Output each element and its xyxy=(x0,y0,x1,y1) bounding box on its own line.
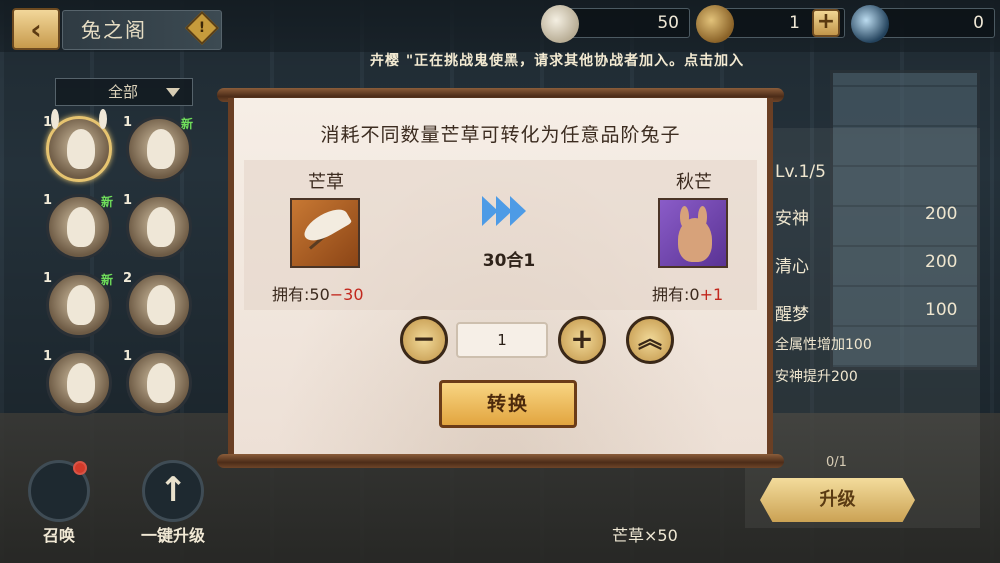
convert-button[interactable]: 转换 xyxy=(439,380,577,428)
target-item-name: 秋芒 xyxy=(676,172,712,193)
effect-text: 全属性增加100 xyxy=(775,337,872,353)
new-badge: 新 xyxy=(100,195,113,209)
target-owned-text: 拥有:0 xyxy=(652,285,700,304)
effect-text: 安神提升200 xyxy=(775,369,858,385)
notification-dot xyxy=(73,461,87,475)
moon-count: 0 xyxy=(973,13,984,33)
level-text: Lv.1/5 xyxy=(775,162,826,182)
slot-level: 1 xyxy=(43,193,53,208)
rabbit-portrait-icon xyxy=(147,129,175,169)
arrow-up-icon: ↑ xyxy=(142,460,204,522)
rabbit-ear xyxy=(51,109,59,129)
stat-value: 100 xyxy=(925,300,958,320)
back-arrow-icon: ‹ xyxy=(30,12,42,46)
stat-value: 200 xyxy=(925,204,958,224)
rabbit-portrait-icon xyxy=(147,363,175,403)
rabbit-slot[interactable]: 1 xyxy=(123,349,192,416)
silvergrass-count: 50 xyxy=(657,13,679,33)
new-badge: 新 xyxy=(100,273,113,287)
resource-moon: 0 xyxy=(851,5,995,43)
rabbit-portrait-icon xyxy=(67,363,95,403)
stat-row: 安神 200 xyxy=(775,204,957,229)
slot-level: 2 xyxy=(123,271,133,286)
summon-button[interactable]: 召唤 xyxy=(14,460,104,546)
slot-level: 1 xyxy=(43,349,53,364)
rabbit-slot[interactable]: 1 xyxy=(43,349,112,416)
slot-level: 1 xyxy=(43,271,53,286)
fox-mask-icon xyxy=(28,460,90,522)
source-owned: 拥有:50−30 xyxy=(272,281,364,305)
slot-level: 1 xyxy=(123,193,133,208)
feather-icon xyxy=(299,203,353,247)
add-bell-button[interactable]: + xyxy=(812,9,840,37)
rabbit-list-sidebar: 全部 1 1 新 1 新 1 1 新 2 1 1 xyxy=(38,70,208,460)
moon-icon xyxy=(851,5,889,43)
rabbit-ear xyxy=(99,109,107,129)
resource-silvergrass: 50 xyxy=(541,5,690,43)
stat-row: 醒梦 100 xyxy=(775,300,957,325)
silvergrass-cost: 芒草×50 xyxy=(612,526,678,545)
broadcast-ticker[interactable]: 卉樱 "正在挑战鬼使黑，请求其他协战者加入。点击加入 xyxy=(370,50,830,70)
source-owned-delta: −30 xyxy=(329,285,364,304)
filter-label: 全部 xyxy=(108,83,139,101)
conversion-arrow-icon xyxy=(482,196,538,226)
upgrade-all-button[interactable]: ↑ 一键升级 xyxy=(128,460,218,546)
upgrade-all-label: 一键升级 xyxy=(140,526,205,545)
stat-name: 安神 xyxy=(775,209,809,229)
source-owned-text: 拥有:50 xyxy=(272,285,330,304)
quantity-input[interactable]: 1 xyxy=(456,322,548,358)
stat-value: 200 xyxy=(925,252,958,272)
top-bar: ‹ 兔之阁 ! 50 1 + 0 xyxy=(0,0,1000,52)
max-button[interactable]: ︽ xyxy=(626,316,674,364)
silvergrass-item[interactable] xyxy=(290,198,360,268)
increase-button[interactable]: + xyxy=(558,316,606,364)
back-button[interactable]: ‹ xyxy=(12,8,60,50)
chevron-down-icon xyxy=(166,88,180,97)
rabbit-portrait-icon xyxy=(67,285,95,325)
rabbit-slot[interactable]: 1 xyxy=(123,193,192,260)
rabbit-slot[interactable]: 1 新 xyxy=(123,115,193,182)
scroll-rod-bottom xyxy=(217,454,784,468)
rabbit-portrait-icon xyxy=(147,207,175,247)
dialog-title: 消耗不同数量芒草可转化为任意品阶兔子 xyxy=(320,124,681,146)
rabbit-portrait-icon xyxy=(147,285,175,325)
new-badge: 新 xyxy=(180,117,193,131)
summon-label: 召唤 xyxy=(42,526,75,545)
slot-level: 1 xyxy=(123,349,133,364)
rabbit-slot[interactable]: 1 新 xyxy=(43,193,113,260)
rabbit-slot[interactable]: 1 xyxy=(43,109,112,182)
conversion-ratio: 30合1 xyxy=(482,251,536,271)
bell-count: 1 xyxy=(789,13,800,33)
upgrade-progress: 0/1 xyxy=(826,455,847,470)
stat-name: 醒梦 xyxy=(775,305,809,325)
source-item-name: 芒草 xyxy=(308,172,344,193)
upgrade-button[interactable]: 升级 xyxy=(760,478,915,522)
target-owned: 拥有:0+1 xyxy=(652,281,723,305)
rabbit-portrait-icon xyxy=(67,207,95,247)
stat-row: 清心 200 xyxy=(775,252,957,277)
autumn-rabbit-item[interactable] xyxy=(658,198,728,268)
bell-icon xyxy=(696,5,734,43)
chevron xyxy=(510,196,526,226)
silvergrass-icon xyxy=(541,5,579,43)
slot-level: 1 xyxy=(123,115,133,130)
decrease-button[interactable]: − xyxy=(400,316,448,364)
stat-name: 清心 xyxy=(775,257,809,277)
rabbit-portrait-icon xyxy=(67,129,95,169)
rabbit-slot[interactable]: 1 新 xyxy=(43,271,113,338)
convert-dialog: 消耗不同数量芒草可转化为任意品阶兔子 芒草 拥有:50−30 30合1 秋芒 拥… xyxy=(228,98,773,456)
rabbit-slot[interactable]: 2 xyxy=(123,271,192,338)
filter-dropdown[interactable]: 全部 xyxy=(55,78,193,106)
rabbit-detail-panel: Lv.1/5 安神 200 清心 200 醒梦 100 全属性增加100 安神提升20… xyxy=(745,128,980,528)
target-owned-delta: +1 xyxy=(699,285,724,304)
rabbit-portrait-icon xyxy=(678,218,712,262)
